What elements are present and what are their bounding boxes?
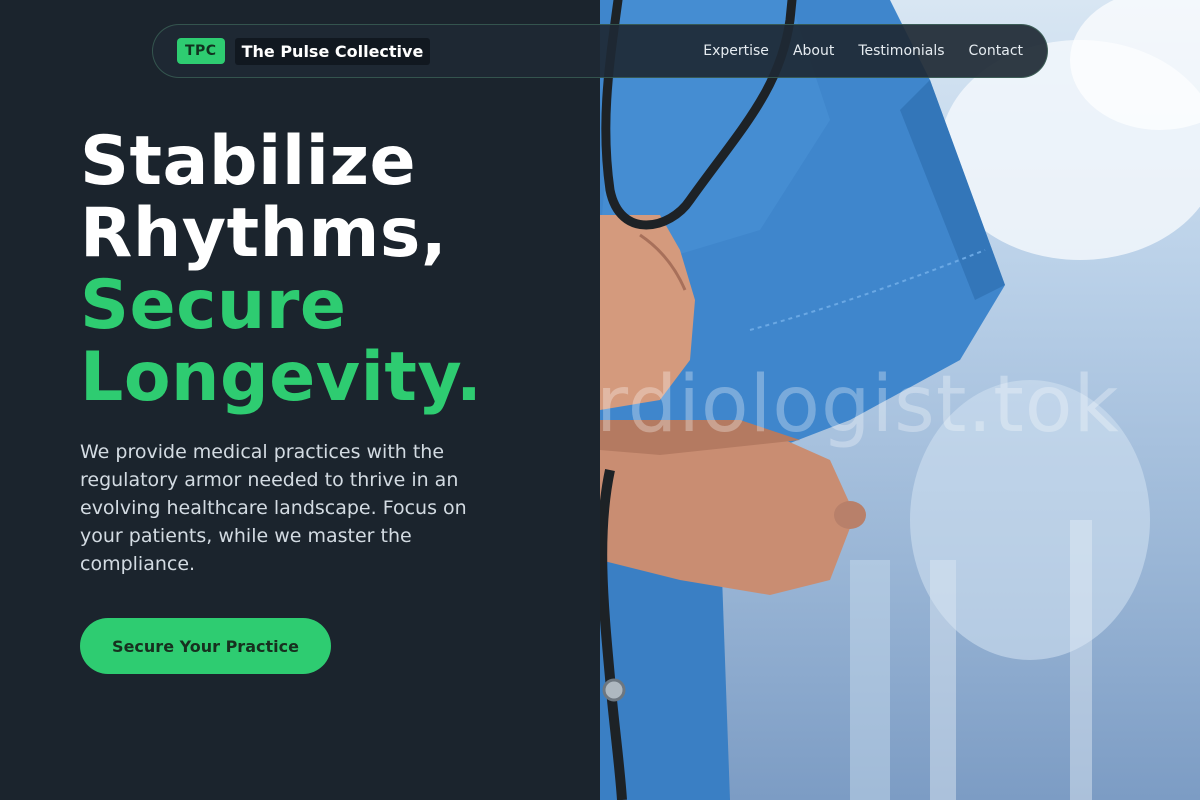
hero-headline: Stabilize Rhythms, Secure Longevity. (80, 126, 482, 414)
nav-links: Expertise About Testimonials Contact (703, 43, 1023, 59)
nav-link-expertise[interactable]: Expertise (703, 43, 769, 59)
brand-logo[interactable]: TPC The Pulse Collective (177, 37, 431, 65)
hero-description: We provide medical practices with the re… (80, 441, 467, 575)
image-watermark: rdiologist.tok (596, 360, 1120, 450)
brand-badge: TPC (177, 38, 225, 64)
top-navigation: TPC The Pulse Collective Expertise About… (152, 24, 1048, 78)
headline-line-1: Stabilize (80, 122, 417, 201)
headline-line-4: Longevity. (80, 338, 483, 417)
nav-link-about[interactable]: About (793, 43, 834, 59)
headline-line-3: Secure (80, 266, 347, 345)
nav-link-testimonials[interactable]: Testimonials (858, 43, 944, 59)
nav-link-contact[interactable]: Contact (969, 43, 1023, 59)
headline-line-2: Rhythms, (80, 194, 448, 273)
brand-name: The Pulse Collective (234, 37, 431, 65)
secure-your-practice-button[interactable]: Secure Your Practice (80, 618, 331, 674)
landing-page: rdiologist.tok TPC The Pulse Collective … (0, 0, 1200, 800)
